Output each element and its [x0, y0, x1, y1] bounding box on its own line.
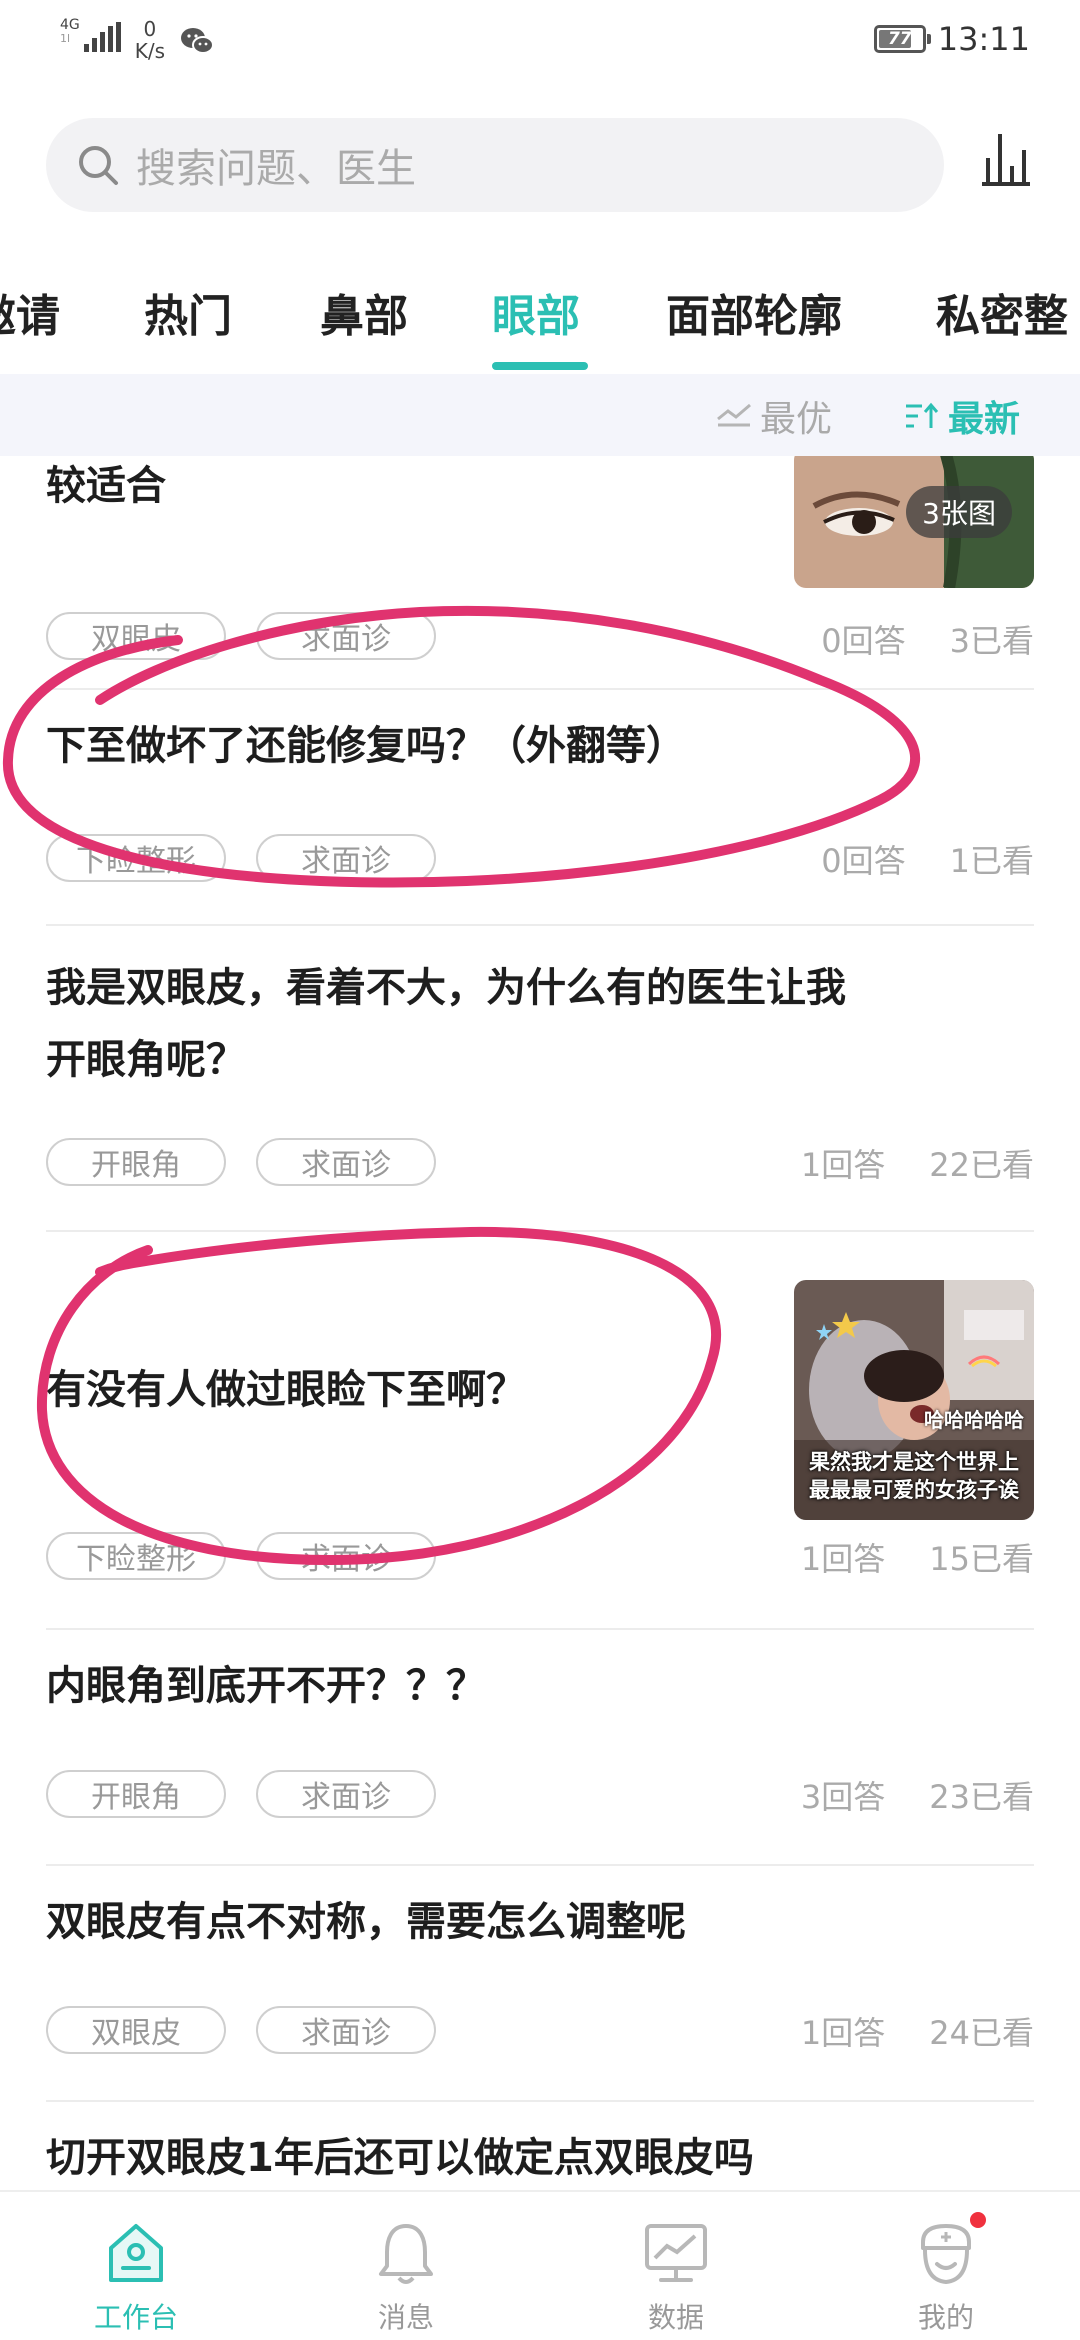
question-card[interactable]: 内眼角到底开不开？？？ 开眼角 求面诊 3回答 23已看: [46, 1630, 1034, 1866]
answer-count: 1回答: [800, 2014, 886, 2052]
view-count: 22已看: [929, 1146, 1034, 1184]
question-title: 切开双眼皮1年后还可以做定点双眼皮吗: [46, 2135, 754, 2181]
nav-messages-label: 消息: [377, 2301, 434, 2334]
consult-tag[interactable]: 求面诊: [256, 1532, 436, 1580]
search-input[interactable]: 搜索问题、医生: [46, 118, 944, 212]
sort-best-button[interactable]: 最优: [716, 390, 832, 442]
nav-workbench[interactable]: 工作台: [36, 2192, 236, 2340]
signal-label: 4G: [60, 17, 80, 33]
bottom-navigation: 工作台 消息 数据 我的: [0, 2190, 1080, 2340]
topic-tag[interactable]: 开眼角: [46, 1770, 226, 1818]
question-title: 双眼皮有点不对称，需要怎么调整呢: [46, 1899, 686, 1945]
question-feed: 较适合 3张图 双眼皮 求面诊 0回答 3已看 下至做坏了还能修复吗？（外翻等）: [0, 456, 1080, 2186]
question-card[interactable]: 有没有人做过眼睑下至啊？ 哈哈哈哈哈 果然我才是这个世界上最最最可爱的女孩子诶 …: [46, 1232, 1034, 1630]
nav-messages[interactable]: 消息: [306, 2192, 506, 2340]
tab-face-contour[interactable]: 面部轮廓: [666, 280, 842, 344]
topic-tag[interactable]: 下睑整形: [46, 1532, 226, 1580]
question-title-line-2: 开眼角呢？: [46, 1037, 246, 1083]
answer-count: 1回答: [800, 1540, 886, 1578]
thumbnail-caption: 果然我才是这个世界上最最最可爱的女孩子诶: [809, 1450, 1019, 1502]
wechat-icon: [181, 28, 215, 54]
sort-best-label: 最优: [760, 399, 833, 440]
question-card[interactable]: 我是双眼皮，看着不大，为什么有的医生让我 开眼角呢？ 开眼角 求面诊 1回答 2…: [46, 926, 1034, 1232]
consult-tag[interactable]: 求面诊: [256, 1138, 436, 1186]
tab-nose[interactable]: 鼻部: [320, 280, 408, 344]
speed-value: 0: [143, 17, 157, 41]
consult-tag[interactable]: 求面诊: [256, 612, 436, 660]
nav-workbench-label: 工作台: [93, 2301, 178, 2334]
signal-sub-label: 1l: [60, 32, 71, 45]
question-title-line-1: 我是双眼皮，看着不大，为什么有的医生让我: [46, 965, 846, 1011]
question-card[interactable]: 双眼皮有点不对称，需要怎么调整呢 双眼皮 求面诊 1回答 24已看: [46, 1866, 1034, 2102]
active-tab-indicator: [492, 362, 588, 370]
question-title: 下至做坏了还能修复吗？（外翻等）: [46, 723, 686, 769]
search-icon: [79, 146, 118, 185]
image-count-badge: 3张图: [906, 486, 1012, 538]
tab-private[interactable]: 私密整: [936, 280, 1068, 344]
topic-tag[interactable]: 下睑整形: [46, 834, 226, 882]
thumbnail-caption-top: 哈哈哈哈哈: [924, 1408, 1024, 1432]
answer-count: 3回答: [800, 1778, 886, 1816]
consult-tag[interactable]: 求面诊: [256, 1770, 436, 1818]
topic-tag[interactable]: 开眼角: [46, 1138, 226, 1186]
nav-data-label: 数据: [647, 2301, 704, 2334]
nav-profile-label: 我的: [917, 2301, 974, 2334]
view-count: 3已看: [949, 622, 1034, 660]
question-card[interactable]: 切开双眼皮1年后还可以做定点双眼皮吗: [46, 2102, 1034, 2186]
nav-data[interactable]: 数据: [576, 2192, 776, 2340]
question-thumbnail[interactable]: 哈哈哈哈哈 果然我才是这个世界上最最最可爱的女孩子诶: [794, 1280, 1034, 1520]
category-tabs: 邀请 热门 鼻部 眼部 面部轮廓 私密整: [0, 280, 1080, 370]
question-title: 有没有人做过眼睑下至啊？: [46, 1367, 526, 1413]
tab-invite[interactable]: 邀请: [0, 280, 60, 344]
home-icon: [109, 2224, 163, 2282]
speed-unit: K/s: [134, 39, 166, 63]
question-card[interactable]: 较适合 3张图 双眼皮 求面诊 0回答 3已看: [46, 456, 1034, 690]
battery-level: 77: [887, 29, 912, 49]
sort-newest-button[interactable]: 最新: [904, 390, 1020, 442]
status-time: 13:11: [937, 20, 1030, 58]
topic-tag[interactable]: 双眼皮: [46, 612, 226, 660]
nav-profile[interactable]: 我的: [846, 2192, 1046, 2340]
status-bar: 4G 1l 0 K/s 77 13:11: [0, 0, 1080, 80]
answer-count: 0回答: [821, 622, 906, 660]
consult-tag[interactable]: 求面诊: [256, 834, 436, 882]
view-count: 24已看: [929, 2014, 1034, 2052]
view-count: 23已看: [929, 1778, 1034, 1816]
tab-eyes[interactable]: 眼部: [492, 280, 580, 344]
topic-tag[interactable]: 双眼皮: [46, 2006, 226, 2054]
tab-hot[interactable]: 热门: [144, 280, 232, 344]
answer-count: 1回答: [800, 1146, 886, 1184]
consult-tag[interactable]: 求面诊: [256, 2006, 436, 2054]
doctor-avatar-icon: [921, 2224, 971, 2285]
best-sort-icon: [717, 403, 751, 427]
search-placeholder: 搜索问题、医生: [136, 146, 416, 192]
answer-count: 0回答: [821, 842, 906, 880]
network-speed: 0 K/s: [135, 18, 165, 62]
view-count: 1已看: [949, 842, 1034, 880]
question-thumbnail[interactable]: 3张图: [794, 456, 1034, 588]
sort-bar: 最优 最新: [0, 374, 1080, 456]
question-card[interactable]: 下至做坏了还能修复吗？（外翻等） 下睑整形 求面诊 0回答 1已看: [46, 690, 1034, 926]
chart-monitor-icon: [645, 2224, 707, 2282]
sort-newest-label: 最新: [948, 399, 1021, 440]
bell-icon: [379, 2224, 433, 2284]
newest-sort-icon: [906, 402, 939, 428]
notification-badge: [970, 2212, 986, 2228]
battery-icon: 77: [873, 25, 931, 53]
view-count: 15已看: [929, 1540, 1034, 1578]
signal-icon: 4G 1l: [60, 18, 121, 52]
question-title: 较适合: [46, 463, 166, 509]
bar-chart-icon[interactable]: [978, 128, 1034, 188]
question-title: 内眼角到底开不开？？？: [46, 1663, 486, 1709]
